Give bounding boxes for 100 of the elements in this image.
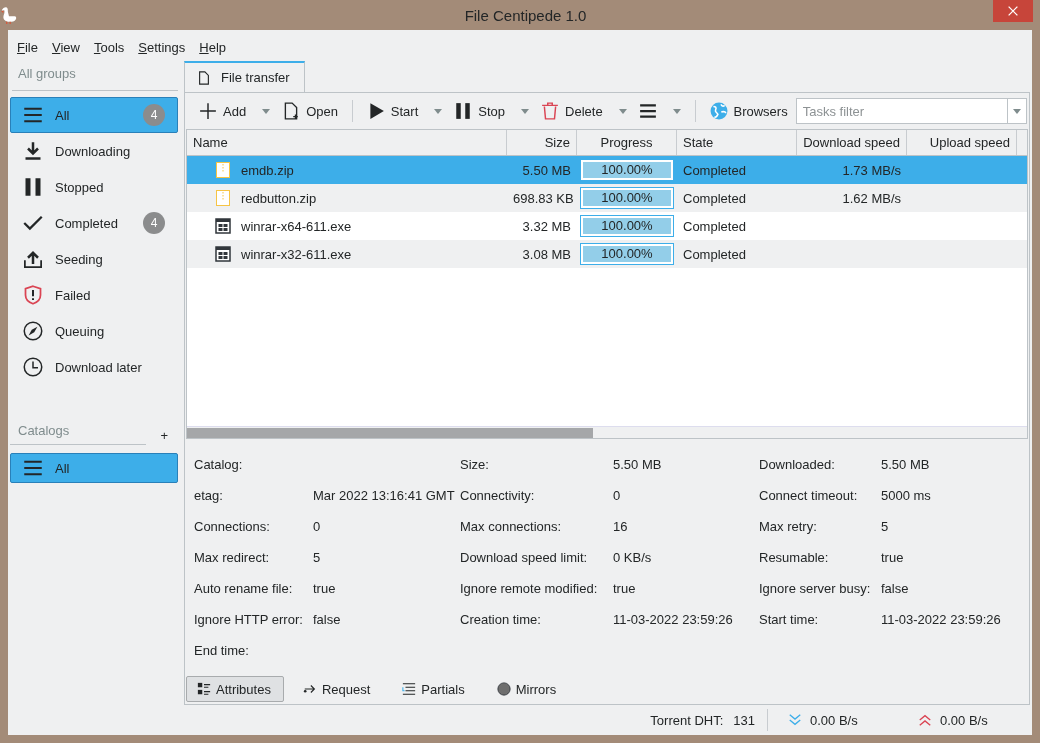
attribute-label: End time: xyxy=(194,643,250,658)
sidebar-item[interactable]: Downloading xyxy=(10,133,178,169)
attribute-label: Creation time: xyxy=(460,612,542,627)
sidebar-item[interactable]: Stopped xyxy=(10,169,178,205)
attribute-label: Resumable: xyxy=(759,550,830,565)
table-cell-text: 1.62 MB/s xyxy=(841,190,902,206)
file-name: emdb.zip xyxy=(241,162,294,178)
double-chevron-down-icon xyxy=(788,713,802,727)
toolbar-button[interactable]: Start xyxy=(364,100,445,122)
attribute-value: 5.50 MB xyxy=(613,457,663,472)
table-row[interactable]: emdb.zip 5.50 MB 100.00% Completed 1.73 MB/s xyxy=(187,156,1027,184)
sidebar-item-label: Failed xyxy=(55,287,92,303)
progress-label: 100.00% xyxy=(600,245,654,263)
menu-item[interactable]: Settings xyxy=(133,40,191,55)
menu-icon xyxy=(638,102,657,120)
close-button[interactable] xyxy=(993,0,1033,22)
attribute-label: Max redirect: xyxy=(194,550,271,565)
menu-item[interactable]: Tools xyxy=(88,40,130,55)
globe-icon xyxy=(709,102,728,120)
toolbar-button[interactable]: Stop xyxy=(452,100,532,122)
toolbar-button[interactable]: Add xyxy=(197,100,273,122)
table-cell-text: 5.50 MB xyxy=(521,162,572,178)
arrow-right-icon xyxy=(302,682,317,696)
sidebar-item[interactable]: Download later xyxy=(10,349,178,385)
table-cell-text: Completed xyxy=(682,190,747,206)
tab[interactable]: Request xyxy=(291,676,384,702)
sidebar-item[interactable]: Failed xyxy=(10,277,178,313)
progress-label: 100.00% xyxy=(600,161,654,179)
menu-item[interactable]: Help xyxy=(194,40,231,55)
trash-icon xyxy=(541,102,560,120)
attribute-value: 5.50 MB xyxy=(881,457,931,472)
pause-icon xyxy=(454,102,473,120)
dropdown-button[interactable] xyxy=(1007,98,1027,124)
attribute-label: Start time: xyxy=(759,612,820,627)
column-header[interactable]: State xyxy=(677,130,797,155)
table-cell-text: 3.32 MB xyxy=(521,218,572,234)
attribute-label: Download speed limit: xyxy=(460,550,589,565)
tab[interactable]: File transfer xyxy=(184,61,305,92)
upload-icon xyxy=(23,249,43,269)
status-value: 131 xyxy=(733,712,755,728)
column-header[interactable]: Progress xyxy=(577,130,677,155)
status-label: Torrent DHT: xyxy=(650,712,724,728)
table-row[interactable]: redbutton.zip 698.83 KB 100.00% Completed 1.62 MB/s xyxy=(187,184,1027,212)
new-file-icon xyxy=(282,102,301,120)
double-chevron-up-icon xyxy=(918,713,932,727)
column-header[interactable]: Upload speed xyxy=(907,130,1017,155)
clock-icon xyxy=(23,357,43,377)
attribute-label: Connect timeout: xyxy=(759,488,859,503)
attribute-label: Ignore HTTP error: xyxy=(194,612,304,627)
count-badge: 4 xyxy=(143,104,165,126)
attribute-value: 0 KB/s xyxy=(613,550,653,565)
sidebar-item-label: Queuing xyxy=(55,323,106,339)
sidebar-item[interactable]: Seeding xyxy=(10,241,178,277)
sidebar-item[interactable]: Completed 4 xyxy=(10,205,178,241)
attribute-label: Ignore remote modified: xyxy=(460,581,599,596)
toolbar-button[interactable]: Browsers xyxy=(707,100,790,122)
circle-icon xyxy=(496,682,511,696)
sidebar-item[interactable]: Queuing xyxy=(10,313,178,349)
toolbar-button[interactable]: Open xyxy=(280,100,340,122)
attributes-icon xyxy=(197,682,211,696)
scrollbar-thumb[interactable] xyxy=(187,428,593,438)
sidebar-item-label: All xyxy=(55,107,71,123)
attribute-label: Size: xyxy=(460,457,490,472)
attribute-value: 5 xyxy=(313,550,322,565)
attribute-value: 11-03-2022 23:59:26 xyxy=(613,612,734,627)
toolbar-button[interactable]: Delete xyxy=(539,100,629,122)
section-heading: Catalogs xyxy=(10,417,147,445)
attribute-value: 11-03-2022 23:59:26 xyxy=(881,612,1002,627)
sidebar-item-label: Seeding xyxy=(55,251,104,267)
sidebar-item[interactable]: All xyxy=(10,453,178,483)
tab[interactable]: Partials xyxy=(391,676,478,702)
archive-file-icon xyxy=(215,189,231,207)
attribute-label: Max retry: xyxy=(759,519,818,534)
sidebar-item[interactable]: All 4 xyxy=(10,97,178,133)
tab[interactable]: Mirrors xyxy=(485,676,570,702)
tab[interactable]: Attributes xyxy=(186,676,284,702)
column-header[interactable]: Name xyxy=(187,130,507,155)
table-cell-text: Completed xyxy=(682,162,747,178)
table-row[interactable]: winrar-x32-611.exe 3.08 MB 100.00% Completed xyxy=(187,240,1027,268)
document-icon xyxy=(197,70,211,85)
attribute-label: Catalog: xyxy=(194,457,244,472)
attribute-label: Max connections: xyxy=(460,519,563,534)
menu-item[interactable]: View xyxy=(46,40,85,55)
list-icon xyxy=(402,682,417,696)
attribute-value: 5000 ms xyxy=(881,488,932,503)
table-cell-text: 3.08 MB xyxy=(521,246,572,262)
warning-shield-icon xyxy=(23,285,43,305)
menu-item[interactable]: File xyxy=(12,40,43,55)
window-title: File Centipede 1.0 xyxy=(463,6,588,24)
add-catalog-button[interactable]: + xyxy=(160,428,178,445)
caret-icon xyxy=(1013,108,1021,114)
plus-icon xyxy=(199,102,217,120)
attribute-value: 0 xyxy=(613,488,622,503)
column-header[interactable]: Size xyxy=(507,130,577,155)
menu-icon xyxy=(23,105,43,125)
attribute-value: Mar 2022 13:16:41 GMT xyxy=(313,488,456,503)
column-header[interactable]: Download speed xyxy=(797,130,907,155)
attribute-label: Downloaded: xyxy=(759,457,836,472)
attribute-label: etag: xyxy=(194,488,224,503)
filter-field[interactable]: Tasks filter xyxy=(795,98,1007,124)
